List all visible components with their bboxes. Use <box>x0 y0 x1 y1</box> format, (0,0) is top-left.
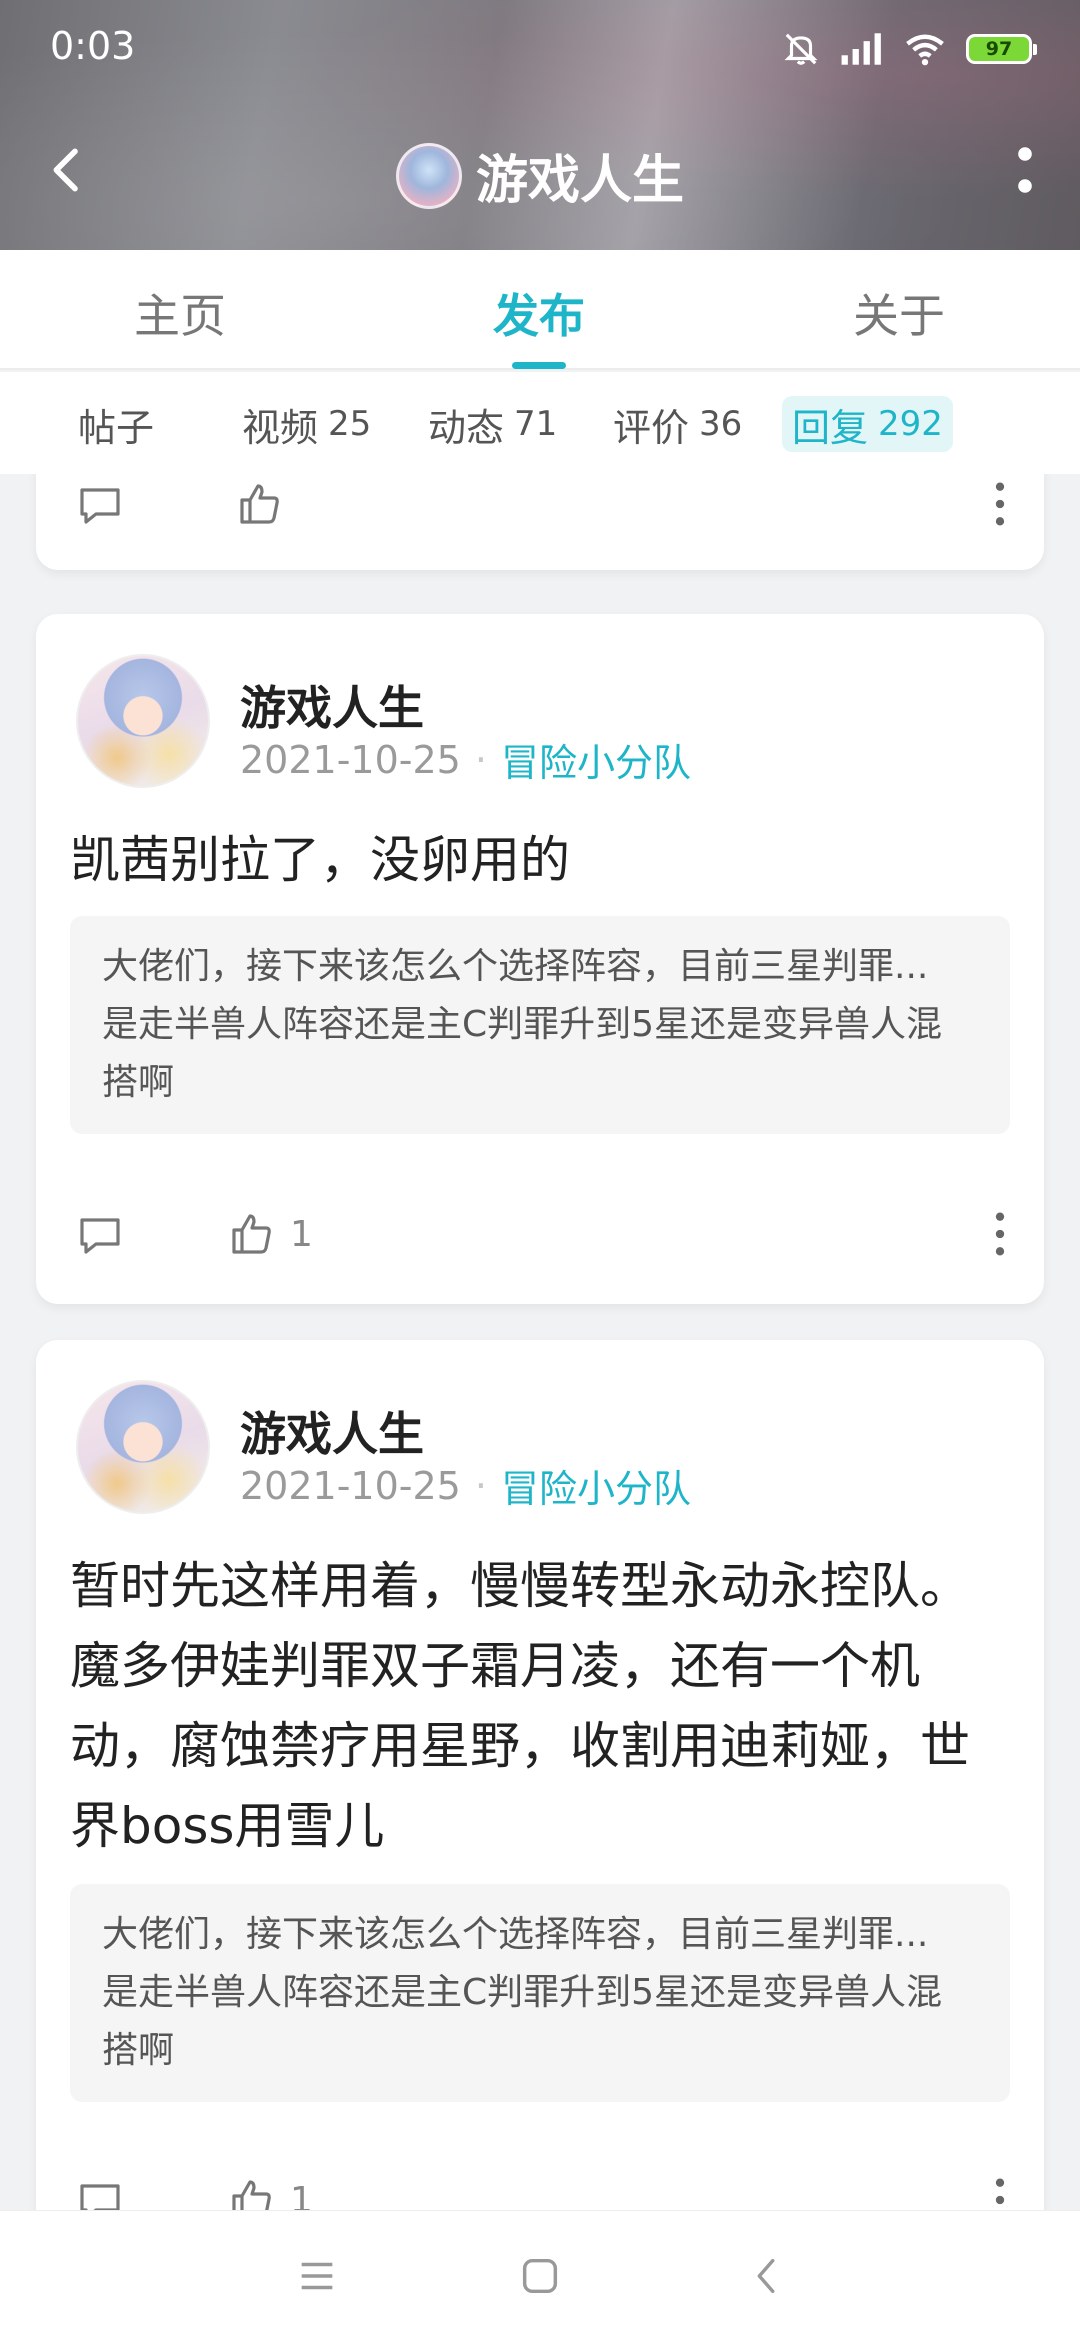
system-nav-bar <box>0 2210 1080 2340</box>
post-card[interactable]: 游戏人生 2021-10-25 · 冒险小分队 暂时先这样用着，慢慢转型永动永控… <box>36 1340 1044 2210</box>
subtab-label: 回复 <box>792 405 869 450</box>
like-count: 1 <box>290 1213 313 1255</box>
more-vert-icon[interactable] <box>990 2174 1010 2210</box>
tab-publish[interactable]: 发布 <box>493 280 585 346</box>
post-content: 暂时先这样用着，慢慢转型永动永控队。魔多伊娃判罪双子霜月凌，还有一个机动，腐蚀禁… <box>70 1557 970 1855</box>
post-card[interactable]: 游戏人生 2021-10-25 · 冒险小分队 凯茜别拉了，没卵用的 大佬们，接… <box>36 614 1044 1304</box>
meta-separator: · <box>474 737 487 782</box>
subtab-videos[interactable]: 视频 25 <box>242 396 371 452</box>
avatar[interactable] <box>76 654 210 788</box>
back-icon[interactable] <box>744 2253 790 2299</box>
post-date: 2021-10-25 <box>240 1463 461 1508</box>
meta-separator: · <box>474 1463 487 1508</box>
subtab-label: 视频 <box>242 405 319 450</box>
like-count: 1 <box>290 2179 313 2211</box>
like-button[interactable] <box>236 478 284 530</box>
status-time: 0:03 <box>50 24 136 68</box>
tab-about[interactable]: 关于 <box>853 280 945 346</box>
group-link[interactable]: 冒险小分队 <box>501 1458 691 1513</box>
avatar[interactable] <box>76 1380 210 1514</box>
post-date: 2021-10-25 <box>240 737 461 782</box>
subtab-reviews[interactable]: 评价 36 <box>613 396 742 452</box>
quote-line: 是走半兽人阵容还是主C判罪升到5星还是变异兽人混搭啊 <box>102 1004 943 1103</box>
comment-icon[interactable] <box>76 482 124 530</box>
quote-line: 是走半兽人阵容还是主C判罪升到5星还是变异兽人混搭啊 <box>102 1972 943 2071</box>
wifi-icon <box>906 34 944 66</box>
subtab-replies[interactable]: 回复 292 <box>782 396 953 452</box>
quoted-post[interactable]: 大佬们，接下来该怎么个选择阵容，目前三星判罪... 是走半兽人阵容还是主C判罪升… <box>70 1884 1010 2102</box>
post-content: 凯茜别拉了，没卵用的 <box>70 831 570 889</box>
like-button[interactable]: 1 <box>228 2174 313 2210</box>
thumbs-up-icon <box>240 484 279 524</box>
mute-bell-icon <box>784 33 818 65</box>
status-bar: 0:03 97 <box>0 0 1080 100</box>
author-name[interactable]: 游戏人生 <box>240 1398 424 1464</box>
status-icons: 97 <box>782 28 1037 70</box>
post-meta: 2021-10-25 · 冒险小分队 <box>240 732 691 787</box>
tab-home[interactable]: 主页 <box>134 280 226 346</box>
group-link[interactable]: 冒险小分队 <box>501 732 691 787</box>
subtab-count: 71 <box>514 404 558 444</box>
active-tab-indicator <box>512 362 566 369</box>
post-actions: 1 <box>36 2160 1044 2210</box>
subtab-posts[interactable]: 帖子 <box>78 396 154 452</box>
subtab-label: 帖子 <box>78 405 155 450</box>
top-nav: 游戏人生 <box>0 120 1080 220</box>
subtab-label: 评价 <box>613 405 690 450</box>
title-group: 游戏人生 <box>0 138 1080 213</box>
reply-feed[interactable]: 游戏人生 2021-10-25 · 冒险小分队 凯茜别拉了，没卵用的 大佬们，接… <box>0 474 1080 2210</box>
thumbs-up-icon <box>232 1214 271 1254</box>
subtab-count: 36 <box>699 404 743 444</box>
home-icon[interactable] <box>517 2253 563 2299</box>
subtab-moments[interactable]: 动态 71 <box>428 396 557 452</box>
subtab-label: 动态 <box>428 405 505 450</box>
comment-icon[interactable] <box>76 1212 124 1260</box>
post-actions: 1 <box>36 1194 1044 1274</box>
like-button[interactable]: 1 <box>228 1208 313 1260</box>
subtab-count: 25 <box>328 404 372 444</box>
more-vert-icon[interactable] <box>990 1208 1010 1260</box>
main-tabs: 主页 发布 关于 <box>0 250 1080 370</box>
page-title: 游戏人生 <box>475 151 684 211</box>
sub-tabs: 帖子 视频 25 动态 71 评价 36 回复 292 <box>0 372 1080 474</box>
quoted-post[interactable]: 大佬们，接下来该怎么个选择阵容，目前三星判罪... 是走半兽人阵容还是主C判罪升… <box>70 916 1010 1134</box>
more-vert-icon[interactable] <box>990 478 1010 530</box>
avatar[interactable] <box>395 142 462 209</box>
more-vert-icon[interactable] <box>1010 140 1040 200</box>
quote-line: 大佬们，接下来该怎么个选择阵容，目前三星判罪... <box>102 946 929 987</box>
thumbs-up-icon <box>232 2180 271 2210</box>
comment-icon[interactable] <box>76 2178 124 2210</box>
signal-icon <box>841 33 881 65</box>
menu-icon[interactable] <box>294 2253 340 2299</box>
quote-line: 大佬们，接下来该怎么个选择阵容，目前三星判罪... <box>102 1914 929 1955</box>
post-meta: 2021-10-25 · 冒险小分队 <box>240 1458 691 1513</box>
subtab-count: 292 <box>878 404 943 444</box>
author-name[interactable]: 游戏人生 <box>240 672 424 738</box>
post-card[interactable] <box>36 474 1044 570</box>
battery-icon: 97 <box>966 34 1037 64</box>
post-actions <box>36 474 1044 544</box>
